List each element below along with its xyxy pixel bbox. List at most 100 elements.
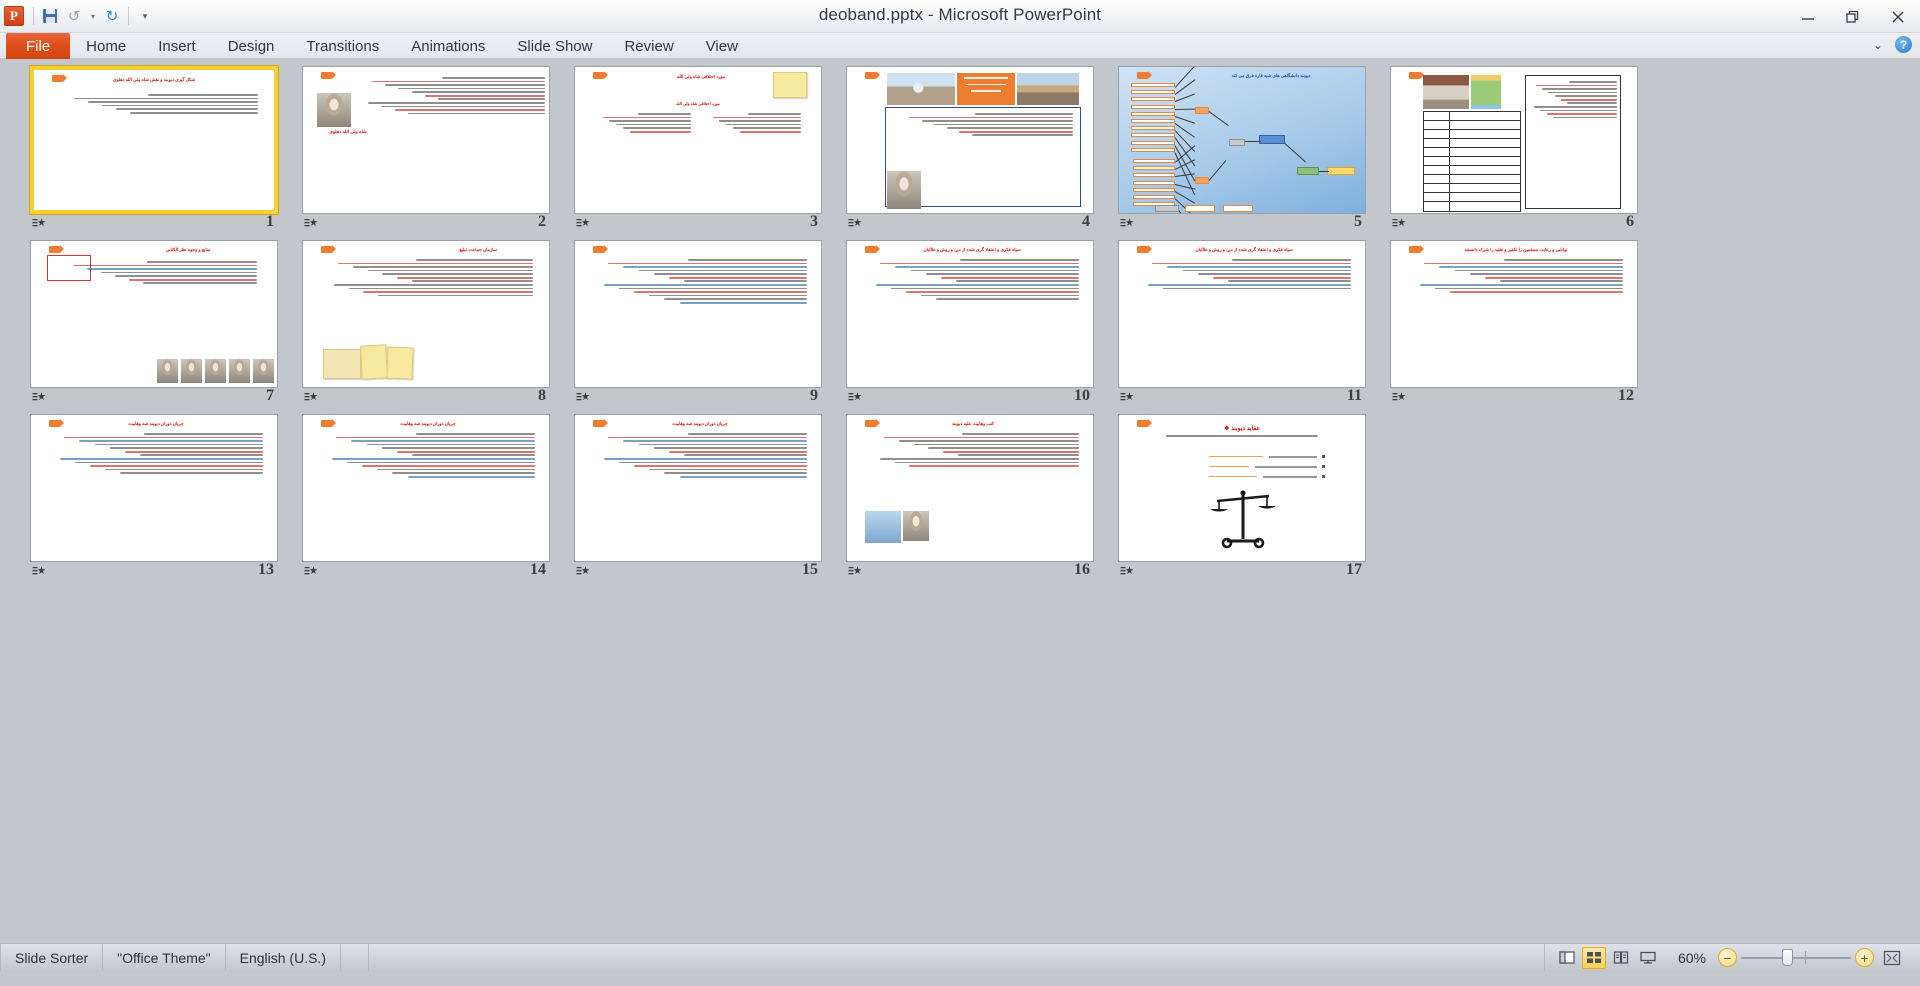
text-line bbox=[64, 436, 263, 439]
minimize-button[interactable] bbox=[1785, 0, 1830, 33]
transition-star-icon[interactable] bbox=[1392, 216, 1406, 230]
slide-canvas[interactable]: کتب وهابیت علیه دیوبند bbox=[846, 414, 1094, 562]
thumbnail-wrapper[interactable]: منابع و وجوه نظر الکتابی bbox=[30, 240, 278, 388]
tab-home[interactable]: Home bbox=[70, 33, 142, 59]
slide-thumbnail-2[interactable]: شاه ولی الله دهلوی 2 bbox=[290, 66, 562, 237]
slide-canvas[interactable]: جریان دوران دیوبند ضد وهابیت bbox=[30, 414, 278, 562]
thumbnail-wrapper[interactable] bbox=[846, 66, 1094, 214]
zoom-out-button[interactable]: − bbox=[1718, 948, 1737, 967]
tab-view[interactable]: View bbox=[690, 33, 754, 59]
thumbnail-wrapper[interactable]: شاه ولی الله دهلوی bbox=[302, 66, 550, 214]
slide-thumbnail-14[interactable]: جریان دوران دیوبند ضد وهابیت 14 bbox=[290, 414, 562, 585]
thumbnail-wrapper[interactable]: جریان دوران دیوبند ضد وهابیت bbox=[574, 414, 822, 562]
slide-canvas[interactable]: جریان دوران دیوبند ضد وهابیت bbox=[302, 414, 550, 562]
zoom-in-button[interactable]: + bbox=[1855, 948, 1874, 967]
thumbnail-wrapper[interactable]: سیاه فکری و اعتقاد گری شده از دین و روش … bbox=[1118, 240, 1366, 388]
thumbnail-wrapper[interactable]: ❖ عقاید دیوبند bbox=[1118, 414, 1366, 562]
transition-star-icon[interactable] bbox=[304, 564, 318, 578]
slide-canvas[interactable]: ❖ عقاید دیوبند bbox=[1118, 414, 1366, 562]
slide-thumbnail-11[interactable]: سیاه فکری و اعتقاد گری شده از دین و روش … bbox=[1106, 240, 1378, 411]
slide-thumbnail-9[interactable]: 9 bbox=[562, 240, 834, 411]
tab-file[interactable]: File bbox=[6, 33, 71, 59]
slide-thumbnail-8[interactable]: سازمان جماعت تبلیغ 8 bbox=[290, 240, 562, 411]
close-button[interactable] bbox=[1875, 0, 1920, 33]
transition-star-icon[interactable] bbox=[848, 564, 862, 578]
thumbnail-wrapper[interactable]: دیوبند دانشگاهی های شبه قاره فرق می کند bbox=[1118, 66, 1366, 214]
transition-star-icon[interactable] bbox=[1120, 390, 1134, 404]
slide-canvas[interactable]: جریان دوران دیوبند ضد وهابیت bbox=[574, 414, 822, 562]
slide-canvas[interactable]: مورد اختلافی شاه ولی الله مورد اختلافی شا… bbox=[574, 66, 822, 214]
slide-canvas[interactable]: شاه ولی الله دهلوی bbox=[302, 66, 550, 214]
tab-animations[interactable]: Animations bbox=[395, 33, 501, 59]
slide-canvas[interactable] bbox=[846, 66, 1094, 214]
text-line bbox=[732, 127, 801, 129]
normal-view-button[interactable] bbox=[1555, 947, 1579, 969]
thumbnail-wrapper[interactable]: کتب وهابیت علیه دیوبند bbox=[846, 414, 1094, 562]
transition-star-icon[interactable] bbox=[32, 390, 46, 404]
slide-thumbnail-3[interactable]: مورد اختلافی شاه ولی الله مورد اختلافی شا… bbox=[562, 66, 834, 237]
slide-canvas[interactable]: سازمان جماعت تبلیغ bbox=[302, 240, 550, 388]
zoom-slider-track[interactable] bbox=[1737, 948, 1855, 967]
thumbnail-wrapper[interactable]: جریان دوران دیوبند ضد وهابیت bbox=[30, 414, 278, 562]
reading-view-button[interactable] bbox=[1609, 947, 1633, 969]
slide-thumbnail-6[interactable]: 6 bbox=[1378, 66, 1650, 237]
transition-star-icon[interactable] bbox=[576, 564, 590, 578]
tab-design[interactable]: Design bbox=[212, 33, 291, 59]
slide-thumbnail-12[interactable]: توانایی و رعایت مسلمین را تکفیر و تقلید … bbox=[1378, 240, 1650, 411]
restore-button[interactable] bbox=[1830, 0, 1875, 33]
fit-to-window-button[interactable] bbox=[1880, 947, 1904, 969]
slide-thumbnail-7[interactable]: منابع و وجوه نظر الکتابی 7 bbox=[18, 240, 290, 411]
transition-star-icon[interactable] bbox=[32, 564, 46, 578]
zoom-slider-handle[interactable] bbox=[1781, 949, 1793, 966]
help-icon[interactable]: ? bbox=[1895, 36, 1912, 53]
thumbnail-wrapper[interactable]: سیاه فکری و اعتقاد گری شده از دین و روش … bbox=[846, 240, 1094, 388]
tab-review[interactable]: Review bbox=[608, 33, 689, 59]
transition-star-icon[interactable] bbox=[848, 390, 862, 404]
zoom-slider-control[interactable]: − + bbox=[1718, 947, 1912, 969]
transition-star-icon[interactable] bbox=[1120, 216, 1134, 230]
thumbnail-wrapper[interactable]: جریان دوران دیوبند ضد وهابیت bbox=[302, 414, 550, 562]
slide-thumbnail-13[interactable]: جریان دوران دیوبند ضد وهابیت 13 bbox=[18, 414, 290, 585]
thumbnail-wrapper[interactable] bbox=[1390, 66, 1638, 214]
slide-thumbnail-17[interactable]: ❖ عقاید دیوبند 17 bbox=[1106, 414, 1378, 585]
zoom-percentage[interactable]: 60% bbox=[1670, 950, 1718, 966]
status-language[interactable]: English (U.S.) bbox=[226, 944, 341, 971]
slide-thumbnail-16[interactable]: کتب وهابیت علیه دیوبند 16 bbox=[834, 414, 1106, 585]
transition-star-icon[interactable] bbox=[1120, 564, 1134, 578]
chevron-up-icon[interactable]: ⌄ bbox=[1873, 38, 1883, 52]
slide-canvas[interactable]: منابع و وجوه نظر الکتابی bbox=[30, 240, 278, 388]
slide-thumbnail-1[interactable]: شکل گیری دیوبند و نقش شاه ولی الله دهلوی… bbox=[18, 65, 290, 237]
slide-show-button[interactable] bbox=[1636, 947, 1660, 969]
slide-canvas[interactable]: توانایی و رعایت مسلمین را تکفیر و تقلید … bbox=[1390, 240, 1638, 388]
tab-insert[interactable]: Insert bbox=[142, 33, 212, 59]
transition-star-icon[interactable] bbox=[1392, 390, 1406, 404]
transition-star-icon[interactable] bbox=[848, 216, 862, 230]
slide-canvas[interactable] bbox=[1390, 66, 1638, 214]
slide-canvas[interactable]: دیوبند دانشگاهی های شبه قاره فرق می کند bbox=[1118, 66, 1366, 214]
thumbnail-wrapper[interactable]: شکل گیری دیوبند و نقش شاه ولی الله دهلوی bbox=[29, 65, 279, 215]
status-theme[interactable]: "Office Theme" bbox=[103, 944, 226, 971]
transition-star-icon[interactable] bbox=[576, 390, 590, 404]
slide-thumbnail-10[interactable]: سیاه فکری و اعتقاد گری شده از دین و روش … bbox=[834, 240, 1106, 411]
transition-star-icon[interactable] bbox=[32, 216, 46, 230]
slide-sorter-view-button[interactable] bbox=[1582, 946, 1606, 969]
tab-slide-show[interactable]: Slide Show bbox=[501, 33, 608, 59]
slide-canvas[interactable]: شکل گیری دیوبند و نقش شاه ولی الله دهلوی bbox=[29, 65, 279, 215]
slide-canvas[interactable]: سیاه فکری و اعتقاد گری شده از دین و روش … bbox=[846, 240, 1094, 388]
slide-sorter-workspace[interactable]: شکل گیری دیوبند و نقش شاه ولی الله دهلوی… bbox=[0, 59, 1920, 971]
transition-star-icon[interactable] bbox=[304, 216, 318, 230]
thumbnail-wrapper[interactable] bbox=[574, 240, 822, 388]
slide-thumbnail-15[interactable]: جریان دوران دیوبند ضد وهابیت 15 bbox=[562, 414, 834, 585]
slide-thumbnail-4[interactable]: 4 bbox=[834, 66, 1106, 237]
slide-canvas[interactable]: سیاه فکری و اعتقاد گری شده از دین و روش … bbox=[1118, 240, 1366, 388]
text-line bbox=[955, 280, 1079, 283]
slide-canvas[interactable] bbox=[574, 240, 822, 388]
slide-thumbnail-5[interactable]: دیوبند دانشگاهی های شبه قاره فرق می کند … bbox=[1106, 66, 1378, 237]
thumbnail-wrapper[interactable]: مورد اختلافی شاه ولی الله مورد اختلافی شا… bbox=[574, 66, 822, 214]
status-view-name[interactable]: Slide Sorter bbox=[0, 944, 104, 971]
transition-star-icon[interactable] bbox=[576, 216, 590, 230]
thumbnail-wrapper[interactable]: سازمان جماعت تبلیغ bbox=[302, 240, 550, 388]
transition-star-icon[interactable] bbox=[304, 390, 318, 404]
tab-transitions[interactable]: Transitions bbox=[290, 33, 395, 59]
thumbnail-wrapper[interactable]: توانایی و رعایت مسلمین را تکفیر و تقلید … bbox=[1390, 240, 1638, 388]
